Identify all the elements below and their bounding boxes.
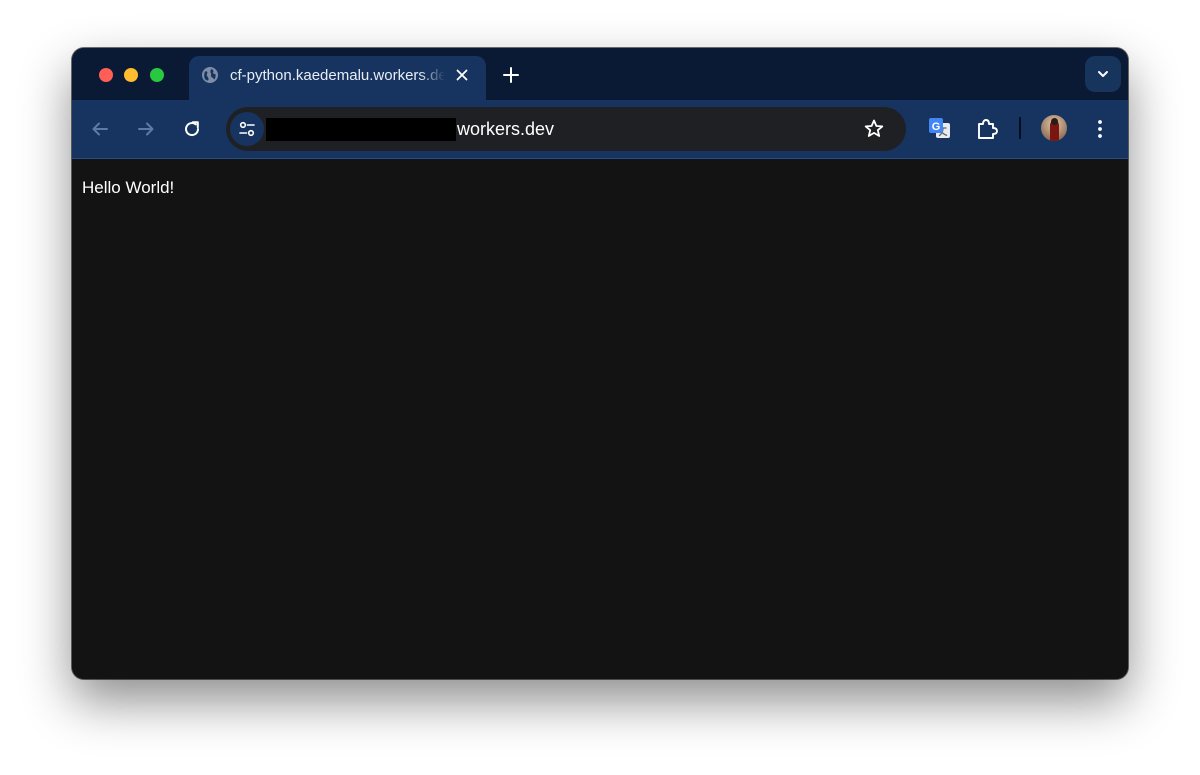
reload-icon[interactable] <box>180 117 204 141</box>
page-body-text: Hello World! <box>82 178 175 197</box>
active-tab[interactable]: cf-python.kaedemalu.workers.dev <box>189 56 486 100</box>
google-translate-icon[interactable]: G <box>927 116 953 142</box>
redacted-url-part <box>266 118 456 141</box>
puzzle-piece-icon[interactable] <box>974 116 1000 142</box>
tune-icon <box>239 121 255 137</box>
chevron-down-icon <box>1098 71 1108 77</box>
forward-arrow-icon[interactable] <box>134 117 158 141</box>
avatar-head <box>1051 118 1058 125</box>
tab-search-button[interactable] <box>1085 56 1121 92</box>
minimize-window-button[interactable] <box>124 68 138 82</box>
address-bar[interactable]: workers.dev <box>226 107 906 151</box>
zoom-window-button[interactable] <box>150 68 164 82</box>
page-content: Hello World! <box>72 159 1128 679</box>
star-icon[interactable] <box>862 117 886 146</box>
close-window-button[interactable] <box>99 68 113 82</box>
tab-strip: cf-python.kaedemalu.workers.dev <box>72 48 1128 100</box>
tab-title: cf-python.kaedemalu.workers.dev <box>230 67 445 84</box>
back-arrow-icon[interactable] <box>88 117 112 141</box>
close-icon[interactable] <box>454 67 470 83</box>
plus-icon[interactable] <box>500 64 522 86</box>
browser-window: cf-python.kaedemalu.workers.dev workers.… <box>72 48 1128 679</box>
globe-icon <box>201 66 219 84</box>
url-text[interactable]: workers.dev <box>457 118 554 140</box>
kebab-menu-icon[interactable] <box>1088 117 1112 141</box>
toolbar-divider <box>1019 117 1021 139</box>
svg-text:G: G <box>932 121 941 133</box>
site-info-button[interactable] <box>230 112 264 146</box>
toolbar: workers.dev G <box>72 100 1128 159</box>
avatar[interactable] <box>1041 115 1067 141</box>
